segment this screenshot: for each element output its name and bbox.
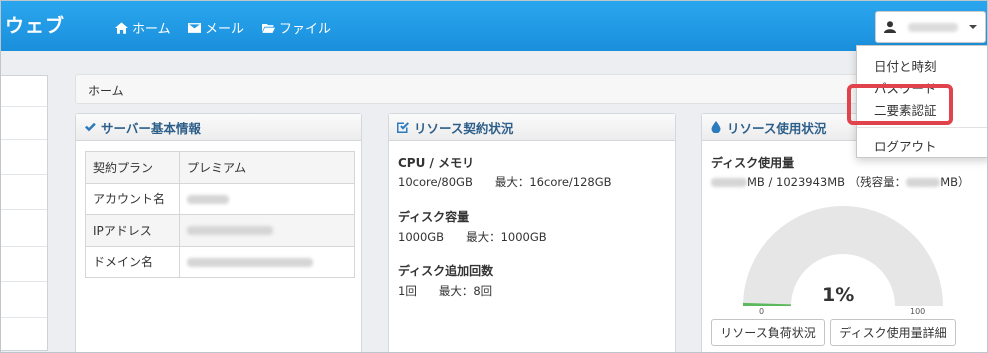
nav-file[interactable]: ファイル [262, 18, 331, 37]
disk-add-count-label: ディスク追加回数 [398, 264, 494, 278]
breadcrumb-home[interactable]: ホーム [88, 84, 124, 98]
row-label: IPアドレス [85, 214, 180, 247]
mail-icon [188, 22, 201, 33]
row-label: ドメイン名 [85, 245, 180, 278]
caret-down-icon [969, 25, 977, 29]
nav-mail-label: メール [205, 22, 245, 37]
gauge-min-label: 0 [759, 307, 765, 316]
drop-icon [711, 121, 721, 133]
row-value-redacted [179, 214, 355, 247]
resource-contract-panel-header: リソース契約状況 [389, 114, 675, 141]
server-info-table: 契約プラン プレミアム アカウント名 IPアドレス ドメイン名 [85, 151, 355, 278]
table-row: アカウント名 [85, 182, 355, 215]
resource-usage-title: リソース使用状況 [727, 120, 827, 136]
usage-end: MB） [940, 175, 970, 189]
disk-capacity-value: 1000GB 最大：1000GB [398, 229, 547, 245]
disk-max: 最大：1000GB [466, 230, 547, 244]
row-label: アカウント名 [85, 182, 180, 215]
resource-load-button[interactable]: リソース負荷状況 [711, 319, 825, 346]
add-current: 1回 [398, 284, 417, 298]
cpu-current: 10core/80GB [398, 175, 473, 189]
sidebar-divider [1, 139, 47, 140]
resource-contract-panel: リソース契約状況 CPU / メモリ 10core/80GB 最大：16core/… [388, 113, 676, 352]
disk-add-count-value: 1回 最大：8回 [398, 283, 492, 299]
disk-usage-detail-button[interactable]: ディスク使用量詳細 [830, 319, 956, 346]
check-icon [85, 122, 96, 132]
usage-mid: MB / 1023943MB （残容量： [747, 175, 907, 189]
row-value-redacted [179, 245, 355, 278]
nav-home-label: ホーム [132, 22, 171, 37]
nav-file-label: ファイル [279, 22, 332, 37]
user-menu-button[interactable] [875, 11, 986, 43]
left-sidebar [1, 75, 48, 351]
table-row: IPアドレス [85, 214, 355, 247]
home-icon [115, 21, 128, 34]
server-info-panel-header: サーバー基本情報 [76, 114, 361, 141]
table-row: ドメイン名 [85, 245, 355, 278]
menu-divider [857, 127, 987, 128]
edit-check-icon [397, 122, 409, 133]
breadcrumb: ホーム [75, 74, 975, 104]
sidebar-divider [1, 317, 47, 318]
remaining-redacted [906, 178, 941, 187]
sidebar-divider [1, 246, 47, 247]
sidebar-divider [1, 106, 47, 107]
disk-usage-label: ディスク使用量 [711, 156, 795, 170]
row-value: プレミアム [179, 151, 355, 184]
sidebar-divider [1, 209, 47, 210]
brand-logo[interactable]: ウェブ [5, 11, 65, 38]
folder-open-icon [262, 23, 275, 33]
user-icon [884, 21, 896, 33]
disk-capacity-label: ディスク容量 [398, 210, 470, 224]
row-value-redacted [179, 182, 355, 215]
menu-item-datetime[interactable]: 日付と時刻 [874, 56, 937, 75]
cpu-memory-label: CPU / メモリ [398, 156, 475, 170]
server-info-panel: サーバー基本情報 契約プラン プレミアム アカウント名 IPアドレス ドメイン名 [75, 113, 362, 352]
server-info-title: サーバー基本情報 [101, 120, 201, 136]
cpu-max: 最大：16core/128GB [494, 175, 612, 189]
cpu-memory-value: 10core/80GB 最大：16core/128GB [398, 174, 612, 190]
sidebar-divider [1, 281, 47, 282]
resource-contract-title: リソース契約状況 [414, 120, 514, 136]
gauge-max-label: 100 [910, 307, 926, 316]
table-row: 契約プラン プレミアム [85, 151, 355, 184]
add-max: 最大：8回 [438, 284, 493, 298]
nav-mail[interactable]: メール [188, 18, 244, 37]
used-redacted [711, 178, 747, 187]
menu-item-logout[interactable]: ログアウト [874, 136, 937, 155]
nav-home[interactable]: ホーム [115, 18, 171, 37]
sidebar-divider [1, 174, 47, 175]
disk-current: 1000GB [398, 230, 445, 244]
row-label: 契約プラン [85, 151, 180, 184]
top-navbar: ウェブ ホーム メール ファイル [1, 1, 987, 51]
disk-usage-value: MB / 1023943MB （残容量： MB） [711, 174, 970, 190]
username-redacted [908, 22, 958, 32]
gauge-percent: 1% [822, 284, 855, 306]
app-window: ウェブ ホーム メール ファイル ホーム サーバー基本情報 契約プラン プレミア… [0, 0, 988, 353]
highlight-box [847, 84, 953, 125]
